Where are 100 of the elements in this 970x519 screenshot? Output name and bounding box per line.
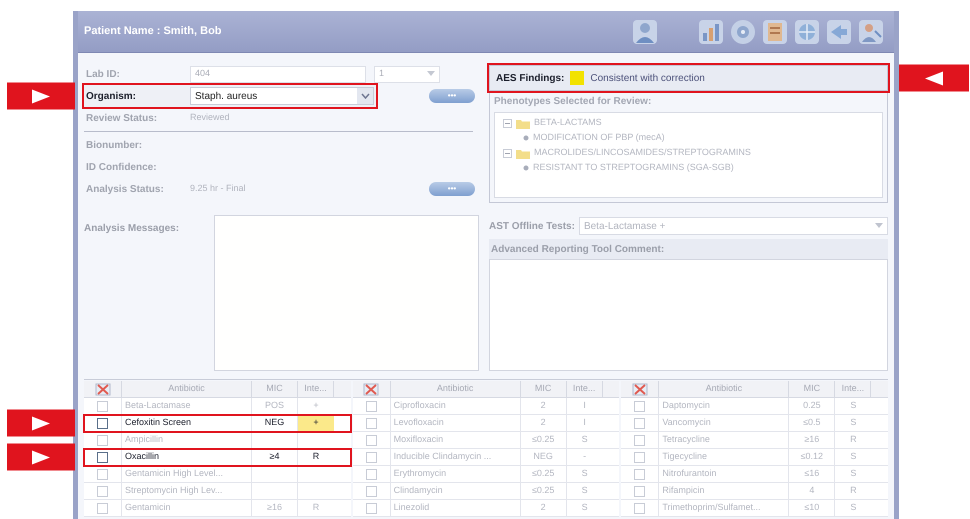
checkbox[interactable] [97,452,108,462]
column-header[interactable]: Inte... [298,381,334,397]
antibiotic-cell: Ciprofloxacin [390,398,521,414]
interpretation-cell-text: S [580,501,589,514]
column-header[interactable]: Antibiotic [390,381,521,397]
mic-cell: ≤16 [789,466,836,482]
antibiotic-cell: Erythromycin [390,466,521,482]
lab-id-select[interactable]: 1 [374,66,440,82]
arrow-right-icon [30,415,52,431]
column-header[interactable]: Inte... [566,381,603,397]
aes-findings-label: AES Findings: [496,72,564,86]
bullet-icon [523,165,529,171]
field-value: 9.25 hr - Final [190,182,246,196]
comment-label: Advanced Reporting Tool Comment: [491,242,664,256]
arrow-right-icon [30,449,52,465]
antibiotic-cell: Vancomycin [659,415,790,431]
antibiotic-cell: Inducible Clindamycin ... [390,449,521,465]
interpretation-cell-text: S [849,501,858,514]
column-header[interactable]: MIC [252,381,298,397]
antibiotic-cell: Gentamicin [122,500,252,516]
interpretation-cell-text: + [312,399,320,412]
interpretation-cell-text: R [312,501,320,514]
antibiotic-cell: Tigecycline [659,449,790,465]
column-header[interactable]: Antibiotic [122,381,252,397]
interpretation-cell: + [298,415,334,431]
delete-column-icon[interactable] [94,382,110,396]
antibiotic-cell: Moxifloxacin [390,432,521,448]
chart-icon[interactable] [698,18,724,44]
lab-id-field[interactable]: 404 [190,66,366,82]
interpretation-cell-text: S [849,450,858,464]
dropdown-icon [875,223,883,229]
interpretation-cell-text: S [849,416,858,430]
collapse-icon[interactable] [503,118,512,128]
field-label: Lab ID: [86,68,121,82]
tree-item[interactable]: MODIFICATION OF PBP (mecA) [533,131,665,145]
analysis-messages-box[interactable] [214,215,479,371]
tree-item[interactable]: BETA-LACTAMS [534,116,602,130]
antibiotic-cell: Levofloxacin [390,415,521,431]
disc-icon[interactable] [730,18,756,44]
person-icon[interactable] [858,18,884,44]
antibiotic-cell: Ampicillin [122,432,252,448]
mic-cell: 2 [520,398,567,414]
comment-box[interactable] [489,259,888,371]
antibiotic-cell: Nitrofurantoin [659,466,790,482]
antibiotic-cell: Trimethoprim/Sulfamet... [659,500,790,516]
aes-findings-value: Consistent with correction [590,72,705,86]
delete-column-icon[interactable] [363,382,380,396]
organism-select[interactable]: Staph. aureus [190,87,374,105]
folder-icon [516,118,530,128]
arrow-right-icon [30,88,52,104]
ast-offline-tests-label: AST Offline Tests: [489,220,575,234]
more-button[interactable]: ••• [429,89,475,103]
antibiotic-cell: Daptomycin [659,398,790,414]
collapse-icon[interactable] [503,148,512,158]
column-header[interactable]: Antibiotic [659,381,790,397]
globe-icon[interactable] [794,18,820,44]
chevron-icon [360,93,370,99]
analysis-messages-label: Analysis Messages: [84,222,180,236]
antibiotic-cell: Rifampicin [659,483,790,499]
mic-cell: POS [252,398,298,414]
interpretation-cell-text: S [580,467,589,480]
document-icon[interactable] [762,18,788,44]
interpretation-cell-text: S [849,399,858,412]
mic-cell: ≤0.5 [789,415,836,431]
mic-cell: 2 [520,415,567,431]
antibiotic-cell: Tetracycline [659,432,790,448]
folder-icon [516,148,530,158]
dropdown-icon [427,71,435,77]
column-header[interactable]: MIC [789,381,836,397]
person-icon[interactable] [632,18,658,44]
ast-offline-tests-select[interactable]: Beta-Lactamase + [578,217,888,235]
window-title: Patient Name : Smith, Bob [84,24,222,40]
checkbox[interactable] [97,418,108,428]
mic-cell: NEG [520,449,567,465]
mic-cell: ≥16 [252,500,298,516]
arrow-left-icon [923,70,945,86]
mic-cell: ≤0.25 [520,466,567,482]
mic-cell: ≤0.25 [520,483,567,499]
interpretation-cell-text: S [849,467,858,480]
mic-cell: ≥16 [789,432,836,448]
column-header[interactable]: Inte... [835,381,872,397]
more-button[interactable]: ••• [429,182,475,196]
column-header[interactable]: MIC [520,381,567,397]
interpretation-cell-text: R [849,484,858,498]
delete-column-icon[interactable] [632,382,648,396]
field-label: ID Confidence: [86,160,158,174]
interpretation-cell-text: S [580,484,589,498]
field-label: Analysis Status: [86,182,165,196]
antibiotic-cell: Oxacillin [122,449,252,465]
mic-cell: ≤0.12 [789,449,836,465]
mic-cell: ≤0.25 [520,432,567,448]
field-label: Review Status: [86,112,158,126]
tree-item[interactable]: RESISTANT TO STREPTOGRAMINS (SGA-SGB) [533,161,734,175]
interpretation-cell-text: R [312,450,320,464]
phenotypes-label: Phenotypes Selected for Review: [494,95,652,109]
tree-item[interactable]: MACROLIDES/LINCOSAMIDES/STREPTOGRAMINS [534,146,751,160]
field-label: Bionumber: [86,138,144,152]
antibiotic-cell: Linezolid [390,500,521,516]
interpretation-cell-text: I [582,416,587,430]
field-value: Reviewed [190,111,230,124]
